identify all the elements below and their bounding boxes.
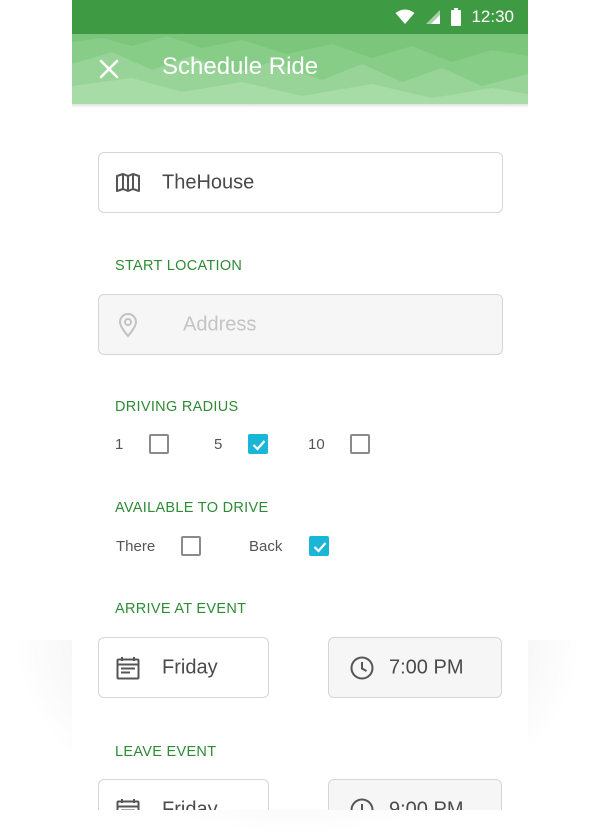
clock-icon — [350, 798, 374, 810]
event-name-field[interactable]: TheHouse — [98, 152, 503, 213]
leave-time-value: 9:00 PM — [389, 798, 464, 810]
radius-1-checkbox[interactable] — [149, 434, 169, 454]
leave-day-picker[interactable]: Friday — [98, 779, 269, 810]
close-button[interactable] — [92, 52, 126, 86]
status-bar: 12:30 — [72, 0, 528, 34]
arrive-time-picker[interactable]: 7:00 PM — [328, 637, 502, 698]
arrive-day-value: Friday — [162, 656, 218, 678]
event-name-value: TheHouse — [162, 171, 255, 193]
radius-10-checkbox[interactable] — [350, 434, 370, 454]
calendar-icon — [116, 656, 140, 679]
there-option-label: There — [116, 538, 156, 555]
there-checkbox[interactable] — [181, 536, 201, 556]
app-bar: Schedule Ride — [72, 34, 528, 104]
signal-icon — [426, 10, 441, 24]
arrive-day-picker[interactable]: Friday — [98, 637, 269, 698]
arrive-at-event-label: ARRIVE AT EVENT — [115, 601, 247, 617]
available-to-drive-label: AVAILABLE TO DRIVE — [115, 500, 269, 516]
address-placeholder: Address — [183, 313, 257, 335]
radius-option-5-label: 5 — [214, 436, 223, 453]
radius-option-1-label: 1 — [115, 436, 124, 453]
back-option-label: Back — [249, 538, 283, 555]
calendar-icon — [116, 798, 140, 810]
back-checkbox[interactable] — [309, 536, 329, 556]
close-icon — [99, 59, 119, 79]
clock-icon — [350, 656, 374, 679]
checkmark-icon — [313, 542, 327, 553]
leave-time-picker[interactable]: 9:00 PM — [328, 779, 502, 810]
start-location-label: START LOCATION — [115, 258, 243, 274]
app-screen: 12:30 Schedule Ride TheHouse START LOCAT… — [72, 0, 528, 810]
radius-option-10-label: 10 — [308, 436, 325, 453]
arrive-time-value: 7:00 PM — [389, 656, 464, 678]
page-title: Schedule Ride — [162, 53, 319, 80]
address-input[interactable]: Address — [98, 294, 503, 355]
status-icons: 12:30 — [395, 6, 514, 28]
status-time: 12:30 — [471, 7, 514, 26]
radius-5-checkbox[interactable] — [248, 434, 268, 454]
checkmark-icon — [252, 440, 266, 451]
location-pin-icon — [118, 312, 138, 338]
leave-day-value: Friday — [162, 798, 218, 810]
app-bar-shadow — [72, 104, 528, 108]
leave-event-label: LEAVE EVENT — [115, 744, 217, 760]
driving-radius-label: DRIVING RADIUS — [115, 399, 239, 415]
battery-icon — [451, 8, 462, 26]
wifi-icon — [395, 9, 415, 24]
map-icon — [116, 172, 140, 192]
